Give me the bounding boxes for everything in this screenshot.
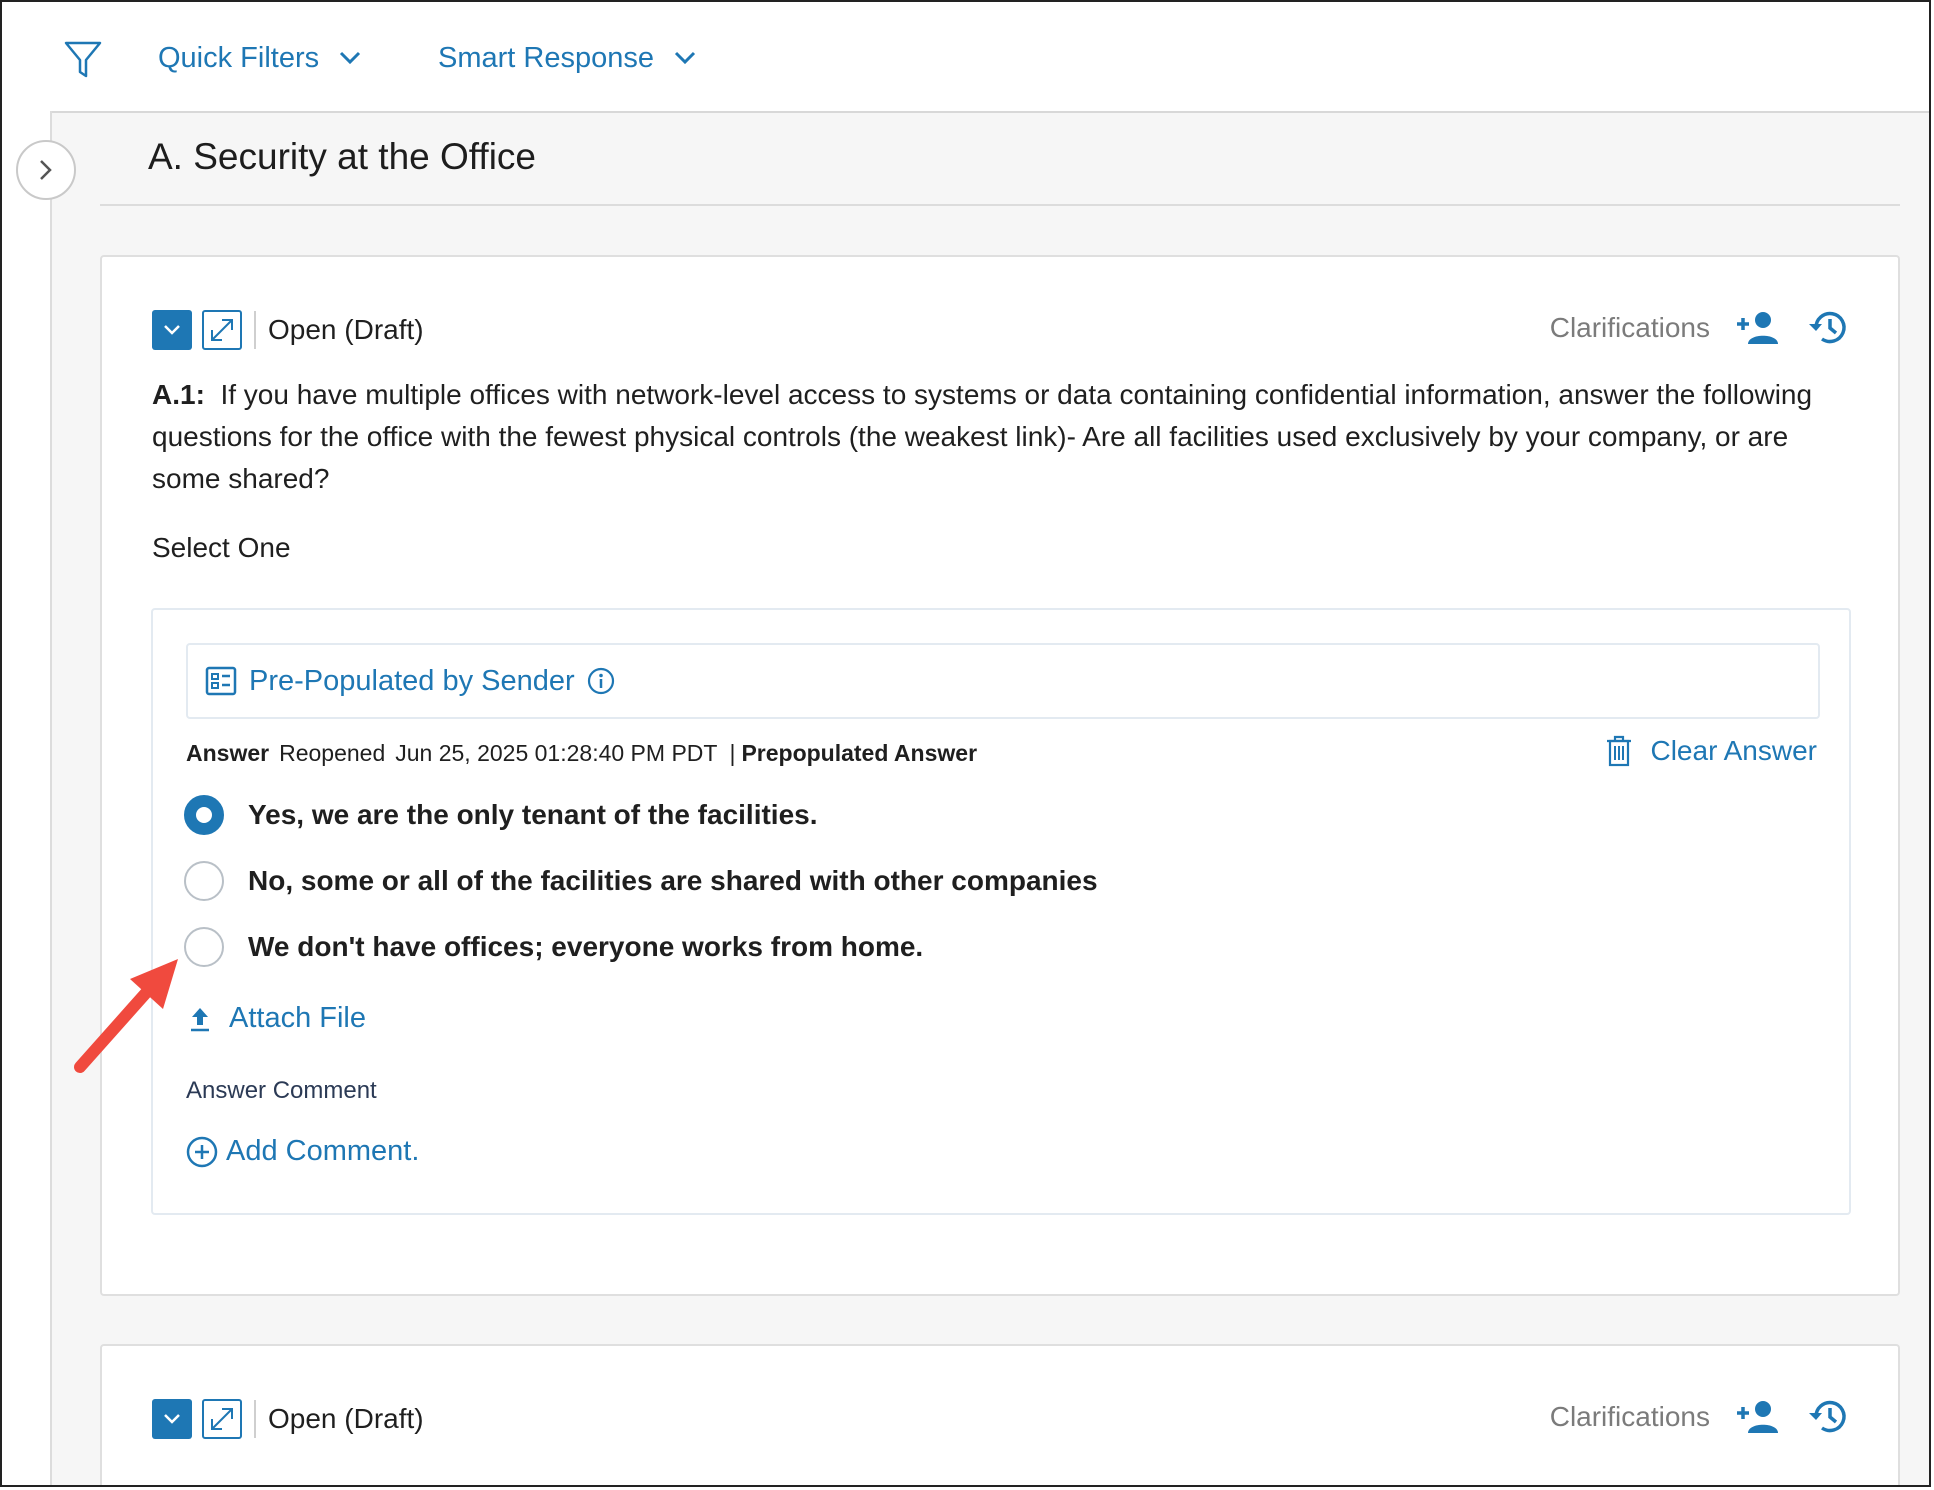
section-title: A. Security at the Office — [148, 136, 536, 177]
info-icon[interactable] — [587, 667, 615, 695]
radio-button-selected[interactable] — [184, 795, 224, 835]
chevron-down-icon — [164, 325, 180, 335]
quick-filters-dropdown[interactable]: Quick Filters — [158, 36, 361, 80]
option-label: We don't have offices; everyone works fr… — [248, 931, 924, 962]
option-shared-facilities[interactable]: No, some or all of the facilities are sh… — [184, 861, 1098, 901]
clarifications-link[interactable]: Clarifications — [1550, 312, 1710, 344]
answer-timestamp: Jun 25, 2025 01:28:40 PM PDT — [395, 740, 718, 766]
select-hint: Select One — [152, 532, 291, 563]
option-yes-only-tenant[interactable]: Yes, we are the only tenant of the facil… — [184, 795, 818, 835]
smart-response-label: Smart Response — [438, 41, 654, 74]
quick-filters-label: Quick Filters — [158, 41, 320, 74]
prepopulated-banner: Pre-Populated by Sender — [186, 643, 1820, 719]
add-user-icon[interactable] — [1736, 1400, 1780, 1434]
chevron-right-icon — [40, 160, 52, 180]
option-label: No, some or all of the facilities are sh… — [248, 865, 1098, 896]
add-comment-label: Add Comment. — [226, 1135, 420, 1167]
question-body: If you have multiple offices with networ… — [152, 379, 1813, 494]
question-actions: Clarifications — [1550, 1398, 1850, 1436]
question-card: Open (Draft) Clarifications A.1: If you … — [100, 255, 1900, 1296]
answer-panel: Pre-Populated by Sender Answer Reopened … — [151, 608, 1851, 1215]
prepopulated-label: Pre-Populated by Sender — [249, 664, 575, 697]
expand-button[interactable] — [202, 310, 242, 350]
smart-response-dropdown[interactable]: Smart Response — [438, 36, 696, 80]
annotation-arrow-icon — [74, 959, 178, 1073]
collapse-button[interactable] — [152, 1399, 192, 1439]
top-toolbar: Quick Filters Smart Response — [2, 2, 1929, 113]
expand-button[interactable] — [202, 1399, 242, 1439]
clarifications-link[interactable]: Clarifications — [1550, 1401, 1710, 1433]
app-frame: Quick Filters Smart Response A. Security… — [0, 0, 1931, 1487]
question-status: Open (Draft) — [268, 314, 424, 345]
answer-state: Reopened — [279, 740, 386, 766]
left-rail — [2, 111, 52, 1485]
answer-source: Prepopulated Answer — [741, 740, 978, 766]
question-status: Open (Draft) — [268, 1403, 424, 1434]
section-divider — [100, 204, 1900, 206]
clear-answer-button[interactable]: Clear Answer — [1606, 735, 1817, 767]
upload-icon — [191, 1007, 209, 1031]
expand-sidebar-button[interactable] — [16, 140, 76, 200]
question-header: Open (Draft) — [152, 1399, 424, 1439]
chevron-down-icon — [340, 51, 361, 65]
radio-button[interactable] — [184, 927, 224, 967]
header-divider — [254, 1400, 256, 1438]
answer-meta: Answer Reopened Jun 25, 2025 01:28:40 PM… — [186, 740, 977, 767]
meta-separator: | — [729, 740, 736, 766]
expand-arrows-icon — [211, 1408, 233, 1430]
option-no-offices[interactable]: We don't have offices; everyone works fr… — [184, 927, 923, 967]
expand-arrows-icon — [211, 319, 233, 341]
radio-button[interactable] — [184, 861, 224, 901]
option-label: Yes, we are the only tenant of the facil… — [248, 799, 818, 830]
chevron-down-icon — [164, 1414, 180, 1424]
question-card: Open (Draft) Clarifications — [100, 1344, 1900, 1485]
attach-file-label: Attach File — [229, 1002, 366, 1034]
add-comment-button[interactable]: Add Comment. — [186, 1135, 419, 1168]
clear-answer-label: Clear Answer — [1650, 735, 1817, 766]
collapse-button[interactable] — [152, 310, 192, 350]
chevron-down-icon — [674, 51, 696, 65]
form-icon — [205, 666, 237, 696]
header-divider — [254, 311, 256, 349]
attach-file-button[interactable]: Attach File — [189, 1002, 366, 1035]
history-icon[interactable] — [1808, 1398, 1850, 1436]
answer-comment-label: Answer Comment — [186, 1077, 377, 1104]
add-user-icon[interactable] — [1736, 311, 1780, 345]
question-text: A.1: If you have multiple offices with n… — [152, 374, 1832, 500]
plus-circle-icon — [186, 1136, 218, 1167]
question-actions: Clarifications — [1550, 309, 1850, 347]
trash-icon — [1607, 735, 1632, 767]
answer-label: Answer — [186, 740, 270, 766]
filter-icon[interactable] — [64, 40, 102, 80]
history-icon[interactable] — [1808, 309, 1850, 347]
question-header: Open (Draft) — [152, 310, 424, 350]
question-id: A.1: — [152, 379, 205, 410]
